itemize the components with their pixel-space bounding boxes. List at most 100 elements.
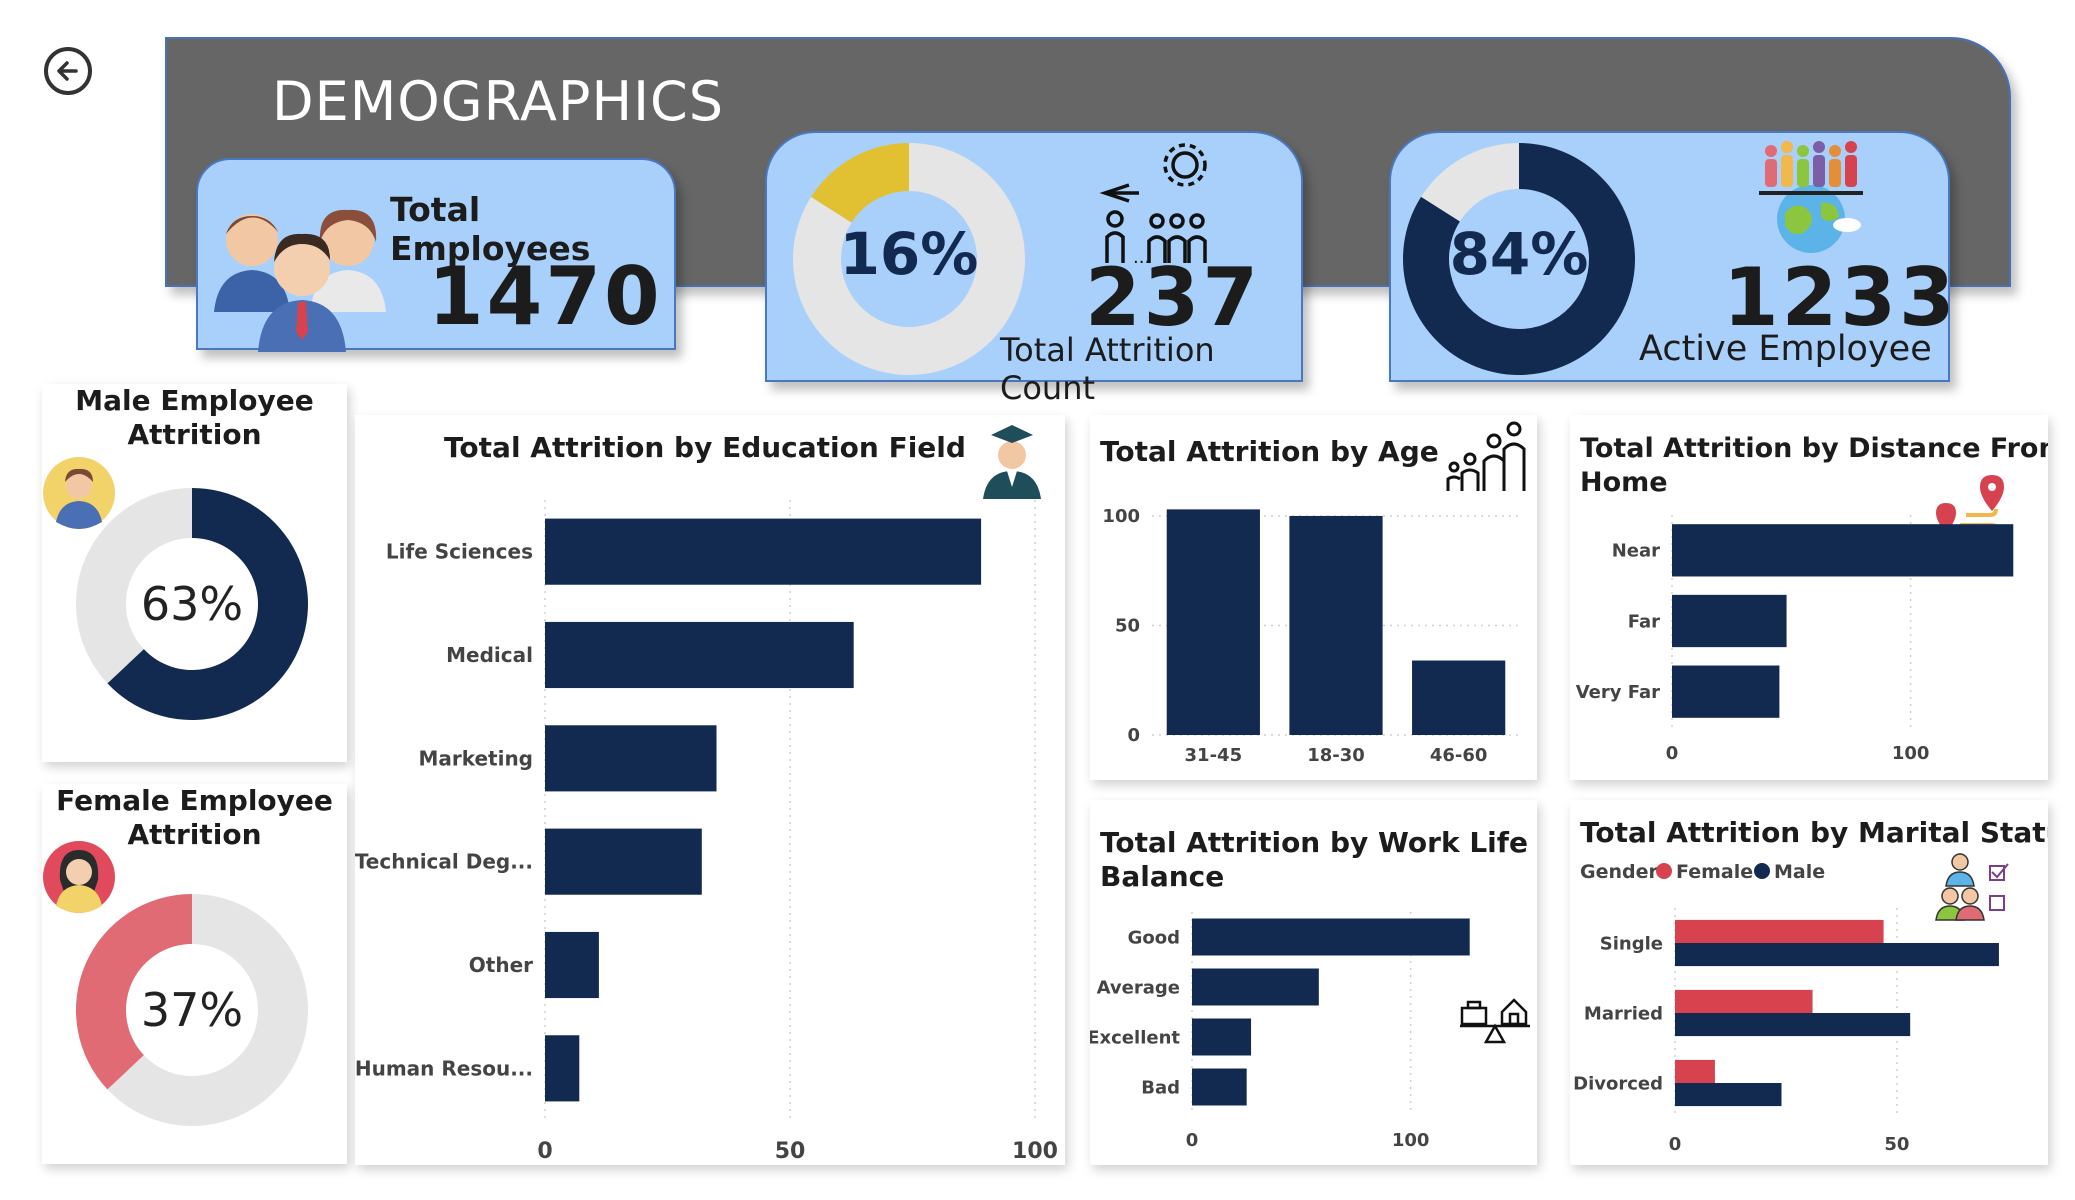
worklife-bar (1192, 968, 1319, 1006)
attrition-donut: 16% (793, 143, 1025, 375)
kpi-attrition: 16% ... 237 Total Attrition Count (765, 131, 1303, 407)
worklife-category-label: Bad (1141, 1077, 1180, 1098)
education-bar (545, 725, 717, 792)
marital-category-label: Single (1600, 933, 1663, 954)
worklife-bar (1192, 1018, 1252, 1056)
worklife-chart-title-line1: Total Attrition by Work Life (1100, 826, 1528, 859)
distance-chart: Total Attrition by Distance From Home 0 1… (1576, 433, 2048, 764)
distance-tick-label: 0 (1666, 743, 1679, 764)
age-bar (1412, 660, 1506, 735)
kpi-active-label: Active Employee (1639, 329, 1932, 369)
distance-category-label: Far (1628, 611, 1660, 632)
legend-male-label: Male (1774, 861, 1825, 883)
male-attrition-card: Male Employee Attrition 63% (42, 384, 347, 762)
marital-bar-female (1675, 989, 1813, 1013)
age-category-label: 46-60 (1430, 745, 1488, 766)
education-chart: Total Attrition by Education Field 0 50 10… (355, 425, 1058, 1164)
marital-chart-title: Total Attrition by Marital Status (1580, 816, 2048, 849)
kpi-total-employees: Total Employees 1470 (196, 158, 676, 352)
kpi-attrition-label: Total Attrition Count (1000, 331, 1215, 407)
education-bar (545, 518, 982, 585)
education-tick-label: 100 (1012, 1139, 1058, 1164)
education-bar (545, 1035, 580, 1102)
page-title: DEMOGRAPHICS (272, 70, 724, 133)
education-category-label: Medical (446, 643, 533, 667)
education-tick-label: 50 (775, 1139, 806, 1164)
marital-bar-male (1675, 1083, 1782, 1107)
worklife-bar (1192, 1068, 1247, 1106)
arrow-left-icon (57, 61, 78, 81)
worklife-tick-label: 100 (1392, 1130, 1430, 1151)
female-attrition-donut: 37% (75, 894, 308, 1126)
worklife-chart-title-line2: Balance (1100, 860, 1224, 893)
male-attrition-title: Male Employee Attrition (75, 384, 314, 451)
marital-tick-label: 0 (1669, 1134, 1682, 1155)
education-category-label: Other (469, 953, 533, 977)
legend-female-swatch (1656, 863, 1672, 879)
age-chart-title: Total Attrition by Age (1100, 435, 1439, 468)
female-attrition-percent: 37% (141, 983, 243, 1037)
education-category-label: Human Resou... (355, 1056, 533, 1080)
distance-chart-title-line1: Total Attrition by Distance From (1580, 433, 2048, 464)
attrition-percent-label: 16% (840, 220, 979, 288)
marital-chart-card: Total Attrition by Marital Status Gender… (1570, 800, 2048, 1165)
kpi-active-employee: 84% 1233 Active Employee (1389, 131, 1955, 382)
work-life-scale-icon (1460, 998, 1530, 1044)
education-category-label: Life Sciences (386, 540, 533, 564)
distance-category-label: Very Far (1576, 682, 1660, 703)
distance-chart-title-line2: Home (1580, 467, 1668, 498)
back-button[interactable] (44, 47, 92, 95)
education-bar (545, 828, 702, 895)
education-bar (545, 931, 599, 999)
age-bar (1289, 515, 1383, 735)
age-category-label: 18-30 (1307, 745, 1365, 766)
graduate-icon (983, 425, 1041, 499)
education-category-label: Technical Deg... (355, 850, 533, 874)
education-chart-title: Total Attrition by Education Field (444, 431, 966, 464)
family-icon (1446, 421, 1526, 491)
legend-female-label: Female (1676, 861, 1753, 883)
kpi-total-employees-value: 1470 (428, 250, 663, 343)
age-bar (1166, 509, 1260, 735)
worklife-category-label: Excellent (1090, 1027, 1180, 1048)
distance-bar (1672, 594, 1787, 648)
female-attrition-card: Female Employee Attrition 37% (42, 784, 347, 1164)
age-tick-label: 50 (1115, 615, 1140, 636)
marital-chart: Total Attrition by Marital Status Gender… (1573, 816, 2048, 1155)
marital-legend: Gender Female Male (1580, 861, 1825, 883)
worklife-category-label: Good (1128, 927, 1180, 948)
distance-bar (1672, 665, 1780, 718)
worklife-bar (1192, 918, 1470, 956)
distance-bar (1672, 524, 2014, 577)
age-tick-label: 0 (1127, 725, 1140, 746)
active-percent-label: 84% (1450, 220, 1589, 288)
marital-category-label: Married (1584, 1003, 1663, 1024)
legend-title: Gender (1580, 861, 1658, 883)
marital-bar-female (1675, 919, 1884, 943)
legend-male-swatch (1754, 863, 1770, 879)
education-bar (545, 621, 854, 689)
age-tick-label: 100 (1102, 506, 1140, 527)
marital-bar-female (1675, 1059, 1715, 1083)
worklife-chart-card: Total Attrition by Work Life Balance 0 10… (1090, 800, 1537, 1165)
globe-people-icon (1759, 141, 1863, 253)
people-group-icon (214, 209, 386, 352)
distance-category-label: Near (1612, 541, 1660, 562)
age-chart: Total Attrition by Age 0 50 100 31-45 18-30 4… (1100, 421, 1526, 766)
marital-tick-label: 50 (1884, 1134, 1909, 1155)
male-attrition-donut: 63% (75, 488, 308, 720)
age-chart-card: Total Attrition by Age 0 50 100 31-45 18-30 4… (1090, 415, 1537, 780)
male-attrition-percent: 63% (141, 577, 243, 631)
worklife-tick-label: 0 (1186, 1130, 1199, 1151)
distance-chart-card: Total Attrition by Distance From Home 0 1… (1570, 415, 2048, 780)
age-category-label: 31-45 (1185, 745, 1243, 766)
active-donut: 84% (1403, 143, 1635, 375)
marital-bar-male (1675, 1013, 1911, 1037)
worklife-category-label: Average (1097, 977, 1180, 998)
distance-tick-label: 100 (1892, 743, 1930, 764)
education-chart-card: Total Attrition by Education Field 0 50 10… (355, 415, 1065, 1165)
worklife-chart: Total Attrition by Work Life Balance 0 10… (1090, 826, 1530, 1151)
education-category-label: Marketing (418, 746, 533, 770)
education-tick-label: 0 (537, 1139, 552, 1164)
marital-bar-male (1675, 943, 1999, 967)
